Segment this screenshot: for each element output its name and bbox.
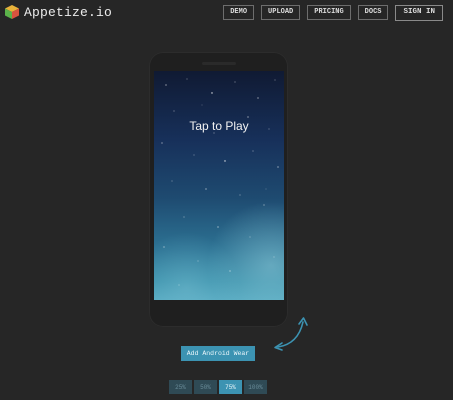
zoom-50-button[interactable]: 50% — [194, 380, 217, 394]
zoom-75-button[interactable]: 75% — [219, 380, 242, 394]
device-frame: Tap to Play — [149, 52, 288, 327]
top-nav: DEMO UPLOAD PRICING DOCS SIGN IN — [223, 5, 443, 21]
add-android-wear-button[interactable]: Add Android Wear — [181, 346, 255, 361]
nav-docs-button[interactable]: DOCS — [357, 5, 389, 20]
nav-pricing-button[interactable]: PRICING — [307, 5, 351, 20]
cube-logo-icon — [5, 5, 19, 19]
tap-to-play-text[interactable]: Tap to Play — [154, 119, 284, 133]
rotate-arrow-icon[interactable] — [270, 312, 310, 352]
device-screen[interactable]: Tap to Play — [154, 71, 284, 300]
nav-demo-button[interactable]: DEMO — [223, 5, 255, 20]
sign-in-button[interactable]: SIGN IN — [395, 5, 443, 21]
device-speaker — [201, 62, 236, 65]
zoom-selector: 25% 50% 75% 100% — [169, 380, 267, 394]
brand-name: Appetize.io — [24, 4, 113, 20]
starfield-background — [161, 78, 279, 286]
zoom-100-button[interactable]: 100% — [244, 380, 267, 394]
brand-logo[interactable]: Appetize.io — [4, 3, 112, 21]
zoom-25-button[interactable]: 25% — [169, 380, 192, 394]
nav-upload-button[interactable]: UPLOAD — [261, 5, 301, 20]
